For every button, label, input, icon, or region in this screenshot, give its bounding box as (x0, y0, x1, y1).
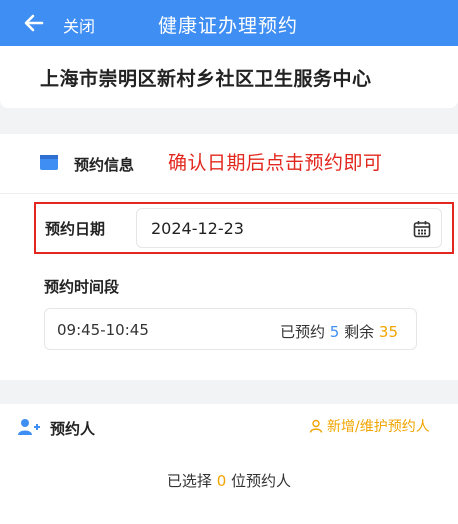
booked-count: 5 (329, 323, 340, 341)
add-person-link[interactable]: 新增/维护预约人 (309, 416, 430, 436)
slot-time: 09:45-10:45 (57, 321, 149, 339)
selected-summary: 已选择 0 位预约人 (0, 470, 458, 491)
time-slot-option[interactable]: 09:45-10:45 已预约 5 剩余 35 (44, 308, 417, 350)
add-user-icon (18, 418, 40, 436)
time-slot-label: 预约时间段 (44, 278, 120, 296)
selected-suffix: 位预约人 (231, 472, 292, 490)
add-person-label: 新增/维护预约人 (327, 419, 430, 435)
center-card: 上海市崇明区新村乡社区卫生服务中心 (0, 46, 458, 108)
appointment-card: 预约信息 确认日期后点击预约即可 预约日期 2024-12-23 预约时间段 0… (0, 134, 458, 380)
top-bar: 关闭 健康证办理预约 (0, 0, 458, 46)
calendar-icon (40, 154, 58, 170)
appointment-section-title: 预约信息 (74, 156, 135, 174)
back-arrow-icon[interactable] (20, 9, 48, 37)
center-name: 上海市崇明区新村乡社区卫生服务中心 (40, 68, 372, 90)
date-value: 2024-12-23 (151, 219, 244, 238)
persons-card: 预约人 新增/维护预约人 已选择 0 位预约人 (0, 404, 458, 524)
date-row-highlight: 预约日期 2024-12-23 (34, 202, 454, 254)
selected-prefix: 已选择 (166, 472, 212, 490)
instruction-annotation: 确认日期后点击预约即可 (168, 152, 383, 174)
appointment-section-header: 预约信息 确认日期后点击预约即可 (0, 134, 458, 194)
persons-section-title: 预约人 (50, 420, 96, 438)
user-outline-icon (309, 419, 323, 433)
close-button[interactable]: 关闭 (63, 13, 95, 37)
slot-stats: 已预约 5 剩余 35 (280, 321, 398, 342)
date-picker[interactable]: 2024-12-23 (136, 208, 442, 248)
calendar-icon[interactable] (413, 220, 431, 238)
booked-label: 已预约 (279, 323, 325, 341)
date-label: 预约日期 (45, 220, 106, 238)
page-title: 健康证办理预约 (158, 15, 299, 37)
remaining-label: 剩余 (344, 323, 375, 341)
selected-count: 0 (216, 472, 227, 490)
remaining-count: 35 (378, 323, 398, 341)
